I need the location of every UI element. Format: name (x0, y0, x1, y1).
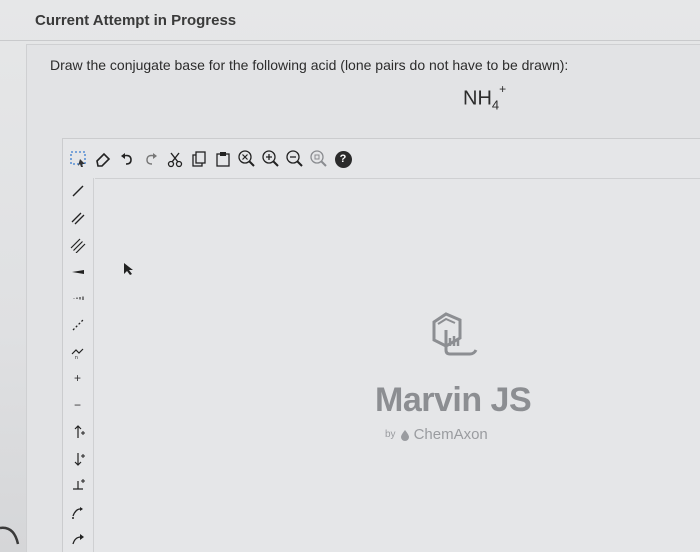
zoom-x-icon[interactable] (236, 148, 258, 170)
marvin-logo-icon (432, 312, 478, 356)
curved-arrow-icon[interactable] (65, 525, 91, 552)
charge-arrow-icon[interactable] (65, 472, 91, 499)
charge-down-icon[interactable] (65, 445, 91, 472)
redo-icon[interactable] (140, 148, 162, 170)
electron-flow-icon[interactable] (65, 499, 91, 526)
eraser-icon[interactable] (92, 148, 114, 170)
double-bond-icon[interactable] (65, 205, 91, 232)
chain-icon[interactable]: n (65, 338, 91, 365)
triple-bond-icon[interactable] (65, 231, 91, 258)
copy-icon[interactable] (188, 148, 210, 170)
help-icon: ? (334, 150, 352, 168)
single-bond-icon[interactable] (65, 178, 91, 205)
drawing-canvas[interactable] (95, 179, 700, 552)
chemaxon-byline: by ChemAxon (385, 426, 488, 443)
divider (0, 40, 700, 41)
help-button[interactable]: ? (332, 148, 354, 170)
zoom-out-icon[interactable] (284, 148, 306, 170)
paste-icon[interactable] (212, 148, 234, 170)
zoom-fit-icon[interactable] (308, 148, 330, 170)
negative-charge-icon[interactable]: − (65, 392, 91, 419)
chemaxon-logo-icon (400, 429, 409, 441)
selection-rectangle-icon[interactable] (68, 148, 90, 170)
undo-icon[interactable] (116, 148, 138, 170)
by-label: by (385, 429, 396, 440)
chemaxon-label: ChemAxon (413, 426, 488, 443)
formula-subscript: 4 (491, 97, 500, 113)
editor-left-toolbar: n + − (62, 178, 94, 552)
positive-charge-icon[interactable]: + (65, 365, 91, 392)
svg-text:n: n (75, 355, 78, 360)
page-heading: Current Attempt in Progress (35, 12, 237, 29)
question-text: Draw the conjugate base for the followin… (50, 57, 569, 73)
charge-up-icon[interactable] (65, 418, 91, 445)
zoom-in-icon[interactable] (260, 148, 282, 170)
corner-decoration (0, 526, 20, 545)
dashed-bond-icon[interactable] (65, 312, 91, 339)
mouse-cursor-icon (124, 263, 133, 275)
editor-top-toolbar: ? (62, 142, 700, 176)
page: Current Attempt in Progress Draw the con… (0, 0, 700, 552)
marvin-js-brand: Marvin JS (375, 381, 532, 419)
scissors-icon[interactable] (164, 148, 186, 170)
hashed-bond-icon[interactable] (65, 285, 91, 312)
formula-charge: + (499, 82, 507, 96)
formula-base: NH (463, 87, 492, 110)
wedge-bond-icon[interactable] (65, 258, 91, 285)
acid-formula: NH4+ (463, 82, 506, 113)
